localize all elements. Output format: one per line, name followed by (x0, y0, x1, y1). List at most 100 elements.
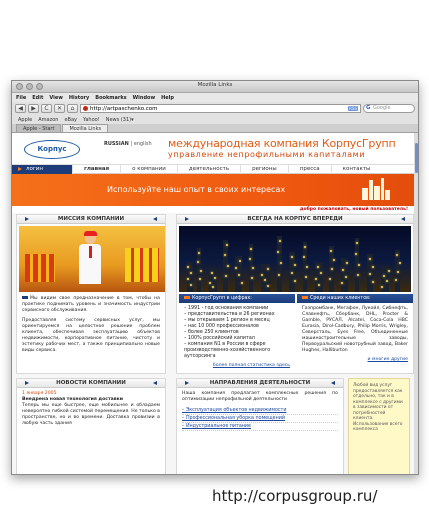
refinery-light (197, 260, 199, 263)
url-text: http://artpaschenko.com (90, 106, 158, 112)
refinery-light (190, 284, 192, 286)
refinery-light (267, 268, 269, 270)
menu-view[interactable]: View (49, 95, 63, 101)
refinery-light (226, 244, 228, 246)
web-page: Корпус RUSSIAN | english международная к… (12, 133, 418, 474)
menu-window[interactable]: Window (133, 95, 155, 101)
refinery-light (397, 270, 399, 273)
reload-button[interactable]: C (41, 104, 52, 113)
news-section: НОВОСТИ КОМПАНИИ 1 января 2005 Внедрена … (16, 378, 166, 474)
refinery-light (200, 269, 202, 272)
refinery-night-photo (179, 226, 411, 292)
waiter-figure (77, 231, 103, 292)
nav-contacts[interactable]: контакты (330, 164, 382, 174)
menu-edit[interactable]: Edit (32, 95, 43, 101)
window-title: Mozilla Links (197, 82, 233, 88)
refinery-light (345, 275, 347, 278)
refinery-light (358, 263, 360, 266)
refinery-light (291, 256, 293, 258)
lang-english[interactable]: english (134, 141, 152, 147)
menu-help[interactable]: Help (161, 95, 174, 101)
refinery-light (396, 254, 398, 256)
mission-paragraph-1: Мы видим свое предназначение в том, чтоб… (17, 293, 165, 317)
refinery-light (209, 281, 211, 284)
refinery-light (320, 272, 322, 274)
cups-stack (25, 254, 55, 282)
banner-text: Используйте наш опыт в своих интересах (107, 185, 286, 194)
bookmark-apple[interactable]: Apple (18, 117, 32, 123)
bookmark-ebay[interactable]: eBay (64, 117, 77, 123)
mission-paragraph-2: Предоставляя систему сервисных услуг, мы… (22, 318, 160, 353)
lang-russian[interactable]: RUSSIAN (104, 141, 129, 147)
refinery-light (278, 273, 280, 276)
more-clients-link[interactable]: и многие другие (297, 357, 413, 366)
bookmark-amazon[interactable]: Amazon (38, 117, 58, 123)
menu-history[interactable]: History (69, 95, 89, 101)
clients-title-text: Среди наших клиентов: (310, 296, 371, 301)
figures-title: КорпусГрупп в цифрах: (179, 294, 295, 303)
refinery-tower (277, 236, 282, 292)
bullet-square-icon (184, 296, 190, 299)
refinery-light (318, 284, 320, 286)
direction-item-property[interactable]: Эксплуатация объектов недвижимости (182, 407, 338, 415)
services-note: Любой вид услуг предоставляется как отде… (348, 378, 410, 474)
direction-item-catering[interactable]: Индустриальное питание (182, 423, 338, 431)
nav-regions[interactable]: регионы (240, 164, 288, 174)
clients-text: Газпромбанк, Мегафон, Лукойл, Сибнефть, … (302, 306, 408, 353)
refinery-light (355, 252, 357, 255)
url-field[interactable]: http://artpaschenko.com RSS (80, 104, 361, 113)
stop-button[interactable]: ✕ (54, 104, 65, 113)
refinery-light (291, 272, 293, 274)
waiter-photo (19, 226, 165, 292)
nav-press[interactable]: пресса (287, 164, 331, 174)
rss-icon[interactable]: RSS (348, 106, 358, 111)
refinery-light (306, 266, 308, 268)
refinery-light (214, 276, 216, 279)
bullet-square-icon (302, 296, 308, 299)
nav-activity[interactable]: деятельность (176, 164, 240, 174)
navigation-toolbar: ◀ ▶ C ✕ ⌂ http://artpaschenko.com RSS G … (12, 102, 418, 115)
search-input[interactable]: G Google (363, 104, 415, 113)
google-search-icon: G (366, 105, 371, 111)
site-favicon-icon (83, 106, 88, 111)
language-switcher: RUSSIAN | english (104, 141, 152, 147)
refinery-light (333, 259, 335, 262)
refinery-light (372, 280, 374, 283)
ahead-heading: ВСЕГДА НА КОРПУС ВПЕРЕДИ (177, 215, 413, 224)
direction-item-cleaning[interactable]: Профессиональная уборка помещений (182, 415, 338, 423)
refinery-light (187, 266, 189, 268)
scrollbar-thumb[interactable] (414, 143, 418, 173)
refinery-light (267, 284, 269, 287)
back-button[interactable]: ◀ (15, 104, 26, 113)
refinery-light (249, 257, 251, 260)
more-clients-link-text[interactable]: и многие другие (368, 357, 408, 362)
stats-link-text[interactable]: более полная статистика здесь (213, 363, 290, 368)
refinery-light (356, 242, 358, 244)
nav-home[interactable]: главная (72, 164, 120, 174)
menu-file[interactable]: File (16, 95, 26, 101)
tab-apple-start[interactable]: Apple - Start (16, 124, 62, 132)
refinery-light (279, 240, 281, 242)
tab-mozilla-links[interactable]: Mozilla Links (62, 124, 109, 132)
bookmark-news[interactable]: News (31)▾ (106, 117, 134, 123)
stats-link[interactable]: более полная статистика здесь (179, 363, 295, 372)
forward-button[interactable]: ▶ (28, 104, 39, 113)
mission-heading-text: МИССИЯ КОМПАНИИ (57, 216, 125, 222)
refinery-light (305, 276, 307, 278)
arrow-left-icon (153, 217, 157, 221)
nav-about[interactable]: о компании (120, 164, 177, 174)
refinery-light (294, 280, 296, 282)
news-body: Теперь мы еще быстрее, еще мобильнее и о… (22, 403, 160, 426)
factory-icon (362, 178, 390, 200)
refinery-light (252, 267, 254, 270)
refinery-light (198, 252, 200, 254)
arrow-right-icon (25, 381, 29, 385)
home-button[interactable]: ⌂ (67, 104, 78, 113)
bullet-square-icon (22, 296, 28, 299)
menu-bookmarks[interactable]: Bookmarks (95, 95, 126, 101)
site-logo[interactable]: Корпус (24, 140, 80, 159)
arrow-left-icon (153, 381, 157, 385)
bookmark-yahoo[interactable]: Yahoo! (83, 117, 100, 123)
scrollbar[interactable] (414, 133, 418, 474)
login-button[interactable]: логин (12, 164, 72, 174)
